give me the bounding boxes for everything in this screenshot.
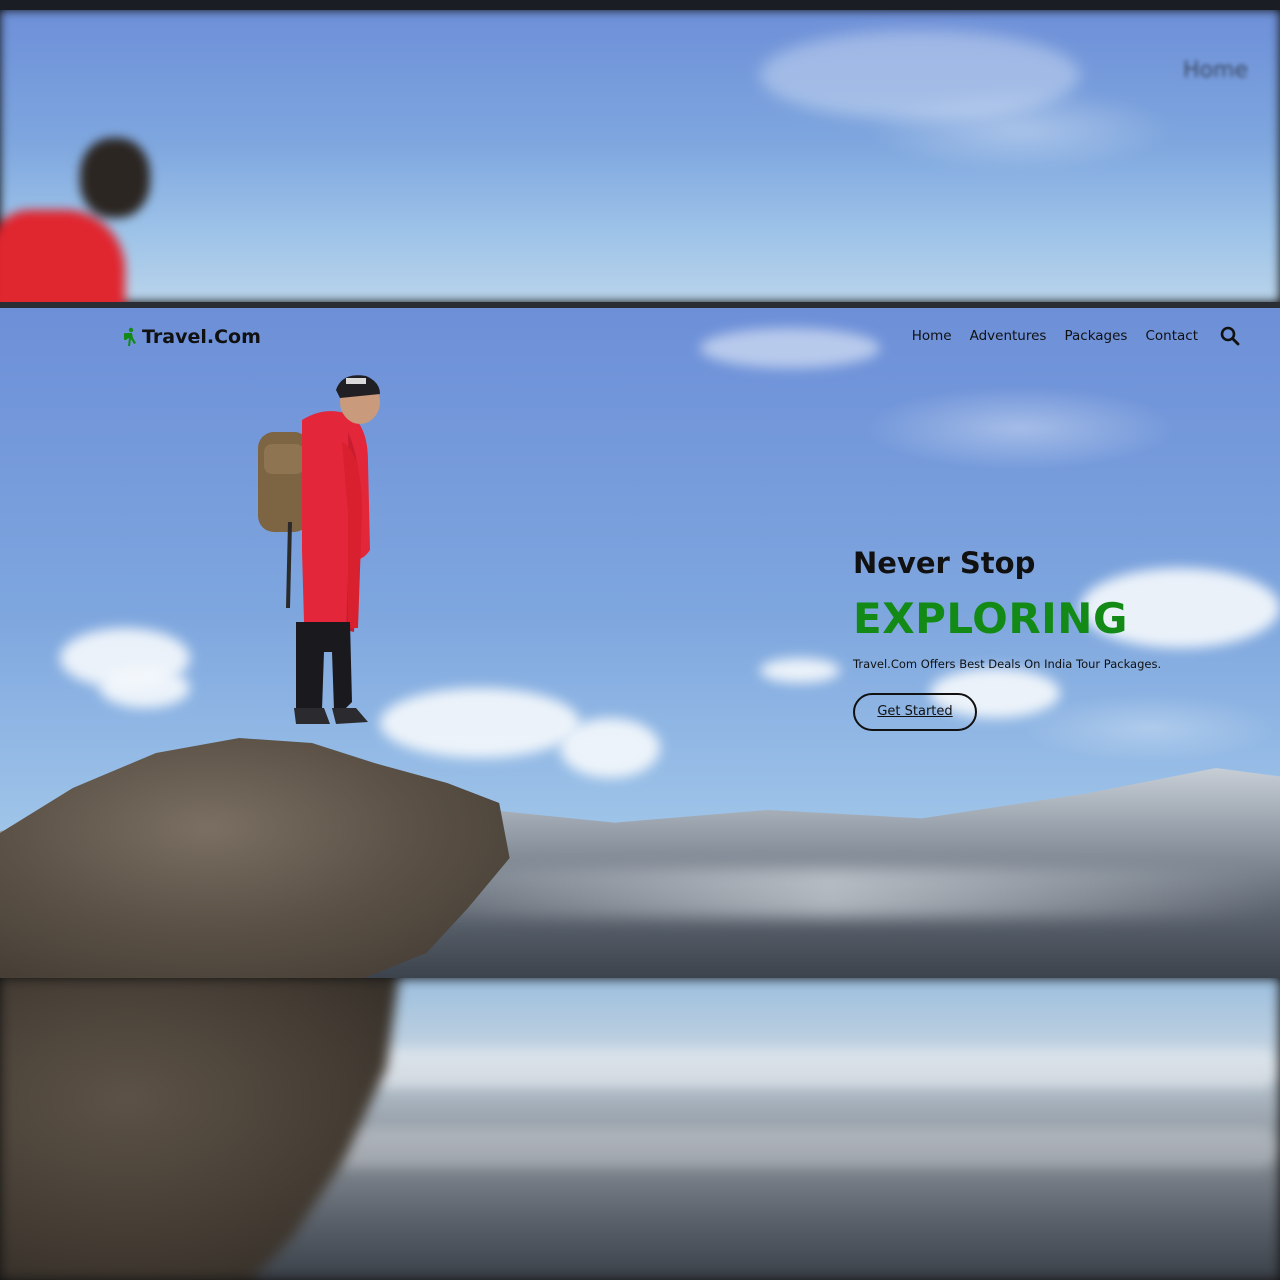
hero-subtext: Travel.Com Offers Best Deals On India To… [853, 657, 1162, 671]
brand-logo[interactable]: Travel.Com [122, 326, 261, 348]
hero-content: Never Stop EXPLORING Travel.Com Offers B… [853, 546, 1253, 731]
hiker-head [80, 138, 150, 218]
nav-packages-link[interactable]: Packages [1064, 328, 1127, 344]
bottom-mist-band [300, 1048, 1280, 1088]
get-started-button[interactable]: Get Started [853, 693, 977, 731]
top-preview-home-link: Home [1183, 58, 1248, 83]
hiker-icon [124, 327, 136, 346]
cloud [760, 30, 1080, 120]
navbar: Travel.Com Home Adventures Packages Cont… [0, 308, 1280, 368]
top-preview-strip: Home [0, 0, 1280, 302]
hiker-figure [258, 375, 380, 724]
nav-contact-link[interactable]: Contact [1145, 328, 1198, 344]
nav-home-link[interactable]: Home [912, 328, 952, 344]
hero-headline-line-2: EXPLORING [853, 594, 1128, 643]
cloud [100, 668, 190, 708]
bottom-mist-band [300, 1128, 1280, 1168]
cloud [380, 688, 580, 758]
cloud [560, 718, 660, 778]
top-preview-background [0, 10, 1280, 302]
nav-adventures-link[interactable]: Adventures [970, 328, 1047, 344]
valley-mist [380, 868, 1280, 918]
bottom-preview-background [0, 978, 1280, 1280]
cloud [760, 658, 840, 683]
hiker-jacket [0, 210, 125, 302]
search-icon[interactable] [1220, 326, 1240, 346]
bottom-preview-strip [0, 978, 1280, 1280]
hero-headline-line-1: Never Stop [853, 546, 1036, 580]
main-menu: Home Adventures Packages Contact [912, 326, 1240, 346]
brand-name: Travel.Com [142, 326, 261, 348]
hero-section: Travel.Com Home Adventures Packages Cont… [0, 308, 1280, 978]
